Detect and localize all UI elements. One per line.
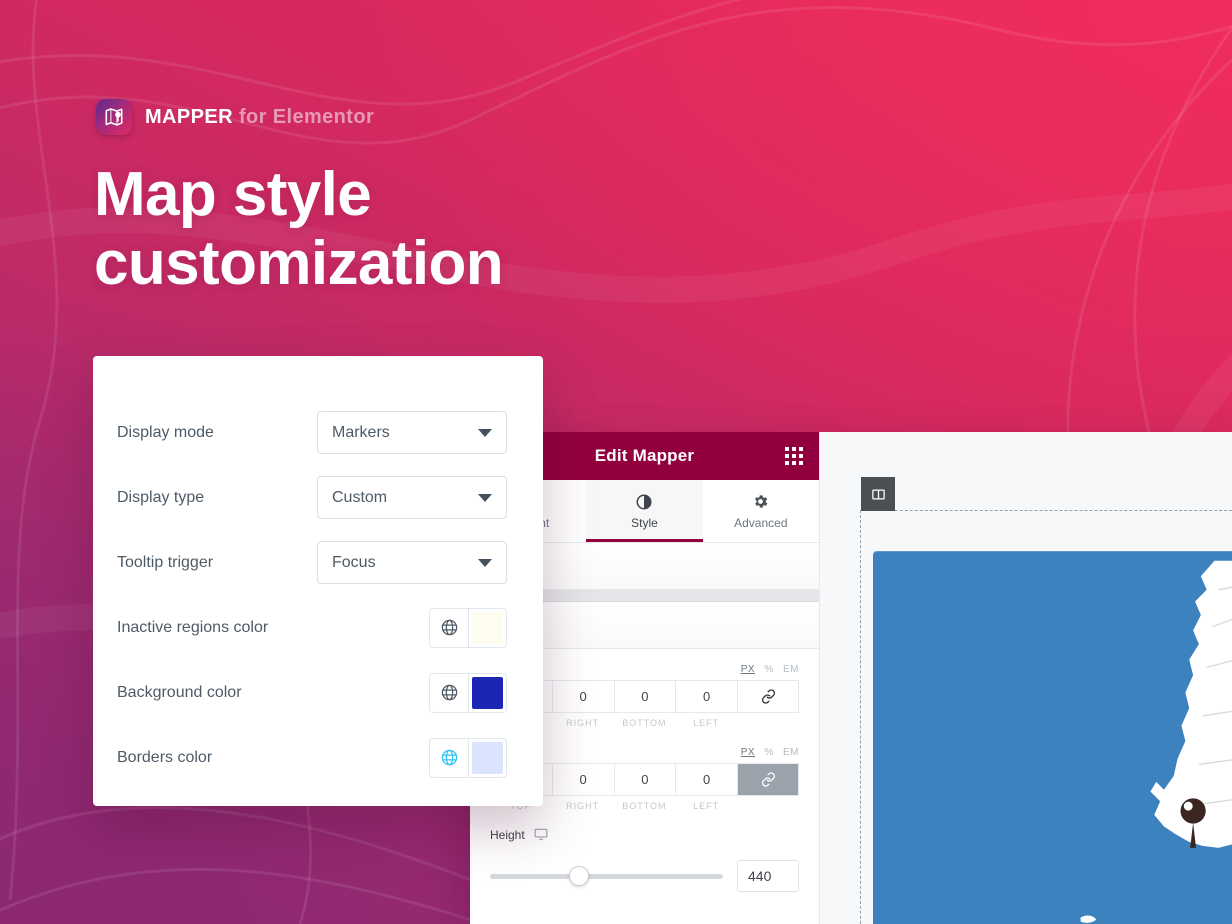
tab-advanced-label: Advanced xyxy=(734,515,788,530)
height-slider-handle[interactable] xyxy=(568,866,589,886)
tab-advanced[interactable]: Advanced xyxy=(702,480,819,542)
padding-label-spacer-1 xyxy=(737,713,799,728)
height-slider[interactable] xyxy=(490,866,723,886)
padding-label-right-2: RIGHT xyxy=(566,801,600,811)
unit-toggle-2[interactable]: PX % EM xyxy=(741,747,799,758)
padding-right-input-1[interactable]: 0 xyxy=(551,680,614,713)
inactive-regions-color-swatch[interactable] xyxy=(472,611,503,644)
editor-preview-canvas xyxy=(820,432,1232,924)
padding-bottom-input-2[interactable]: 0 xyxy=(613,763,676,796)
height-label-group: Height xyxy=(490,827,548,844)
display-mode-select[interactable]: Markers xyxy=(317,411,507,454)
padding-right-input-2[interactable]: 0 xyxy=(551,763,614,796)
editor-title: Edit Mapper xyxy=(594,446,695,465)
unit-px-1[interactable]: PX xyxy=(741,664,755,675)
height-input[interactable]: 440 xyxy=(737,860,799,892)
tooltip-trigger-label: Tooltip trigger xyxy=(117,553,214,571)
padding-bottom-input-1[interactable]: 0 xyxy=(613,680,676,713)
setting-row-inactive-regions-color: Inactive regions color xyxy=(117,595,507,660)
display-type-select[interactable]: Custom xyxy=(317,476,507,519)
desktop-icon[interactable] xyxy=(534,827,548,844)
tooltip-trigger-select[interactable]: Focus xyxy=(317,541,507,584)
padding-label-right-1: RIGHT xyxy=(566,718,600,728)
padding-label-left-1: LEFT xyxy=(693,718,720,728)
apps-grid-icon[interactable] xyxy=(785,447,803,465)
setting-row-display-mode: Display mode Markers xyxy=(117,400,507,465)
tab-style-label: Style xyxy=(631,515,658,530)
map-preview[interactable] xyxy=(873,551,1232,924)
globe-icon[interactable] xyxy=(430,738,469,777)
globe-icon[interactable] xyxy=(430,608,469,647)
selected-column-outline xyxy=(860,477,1232,924)
island-shapes xyxy=(1080,915,1097,923)
inactive-regions-color-picker[interactable] xyxy=(429,607,507,648)
display-type-label: Display type xyxy=(117,488,205,506)
inactive-regions-color-label: Inactive regions color xyxy=(117,618,269,636)
globe-icon[interactable] xyxy=(430,673,469,712)
unit-percent-2[interactable]: % xyxy=(764,747,773,758)
unit-px-2[interactable]: PX xyxy=(741,747,755,758)
padding-label-bottom-1: BOTTOM xyxy=(622,718,667,728)
background-color-swatch[interactable] xyxy=(472,676,503,709)
setting-row-display-type: Display type Custom xyxy=(117,465,507,530)
mapper-logo-tile xyxy=(96,99,132,135)
tooltip-trigger-value: Focus xyxy=(332,553,376,571)
setting-row-background-color: Background color xyxy=(117,660,507,725)
brand-name-suffix: for Elementor xyxy=(238,105,375,128)
padding-left-input-1[interactable]: 0 xyxy=(675,680,737,713)
borders-color-picker[interactable] xyxy=(429,737,507,778)
padding-label-left-2: LEFT xyxy=(693,801,720,811)
unit-em-2[interactable]: EM xyxy=(783,747,799,758)
chevron-down-icon xyxy=(478,493,492,502)
display-mode-label: Display mode xyxy=(117,423,214,441)
setting-row-tooltip-trigger: Tooltip trigger Focus xyxy=(117,530,507,595)
borders-color-label: Borders color xyxy=(117,748,213,766)
map-graphic xyxy=(1080,560,1232,923)
display-type-value: Custom xyxy=(332,488,388,506)
brand-logo-row: MAPPER for Elementor xyxy=(96,99,374,135)
height-control: Height 440 xyxy=(470,815,819,896)
gear-icon xyxy=(752,493,769,511)
page-title-line-1: Map style xyxy=(94,160,372,229)
background-color-label: Background color xyxy=(117,683,242,701)
settings-card: Display mode Markers Display type Custom… xyxy=(93,356,543,806)
height-slider-row: 440 xyxy=(490,846,799,892)
tab-style[interactable]: Style xyxy=(586,480,703,542)
padding-left-input-2[interactable]: 0 xyxy=(675,763,737,796)
contrast-icon xyxy=(635,493,653,511)
unit-em-1[interactable]: EM xyxy=(783,664,799,675)
chevron-down-icon xyxy=(478,558,492,567)
display-mode-value: Markers xyxy=(332,423,390,441)
page-title: Map style customization xyxy=(94,160,504,299)
padding-label-spacer-2 xyxy=(737,796,799,811)
page-title-line-2: customization xyxy=(94,229,504,299)
link-icon[interactable] xyxy=(737,680,799,713)
map-pin-logo-icon xyxy=(105,108,123,126)
height-label: Height xyxy=(490,828,525,842)
unit-toggle-1[interactable]: PX % EM xyxy=(741,664,799,675)
unit-percent-1[interactable]: % xyxy=(764,664,773,675)
borders-color-swatch[interactable] xyxy=(472,741,503,774)
brand-name: MAPPER for Elementor xyxy=(145,106,374,129)
chevron-down-icon xyxy=(478,428,492,437)
padding-label-bottom-2: BOTTOM xyxy=(622,801,667,811)
background-color-picker[interactable] xyxy=(429,672,507,713)
column-handle-icon[interactable] xyxy=(861,477,895,511)
brand-name-main: MAPPER xyxy=(145,105,233,128)
setting-row-borders-color: Borders color xyxy=(117,725,507,790)
link-icon[interactable] xyxy=(737,763,799,796)
elementor-editor-window: Edit Mapper Content xyxy=(470,432,1232,924)
